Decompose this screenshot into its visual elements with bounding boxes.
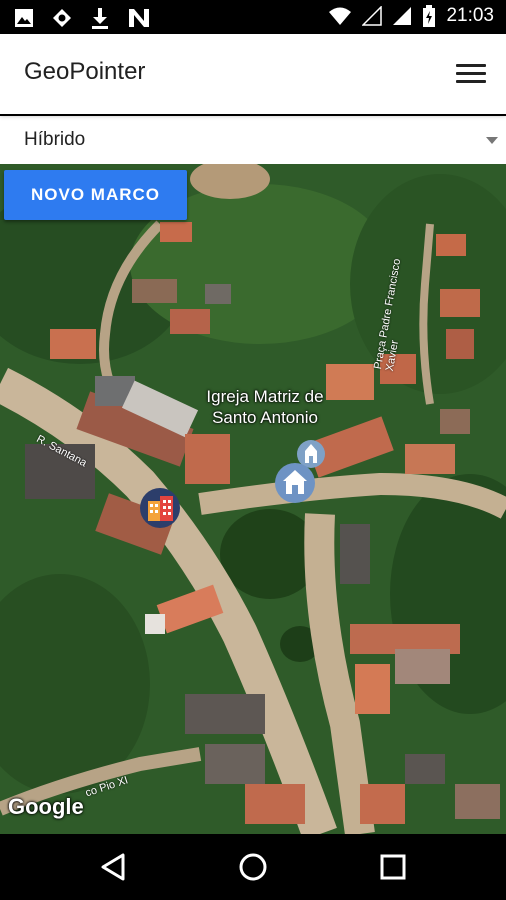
- home-icon[interactable]: [233, 849, 273, 885]
- clock-time: 21:03: [446, 5, 494, 26]
- recents-icon[interactable]: [373, 849, 413, 885]
- chevron-down-icon: [486, 137, 498, 144]
- back-icon[interactable]: [95, 849, 135, 885]
- home-marker-icon[interactable]: [273, 461, 317, 505]
- satellite-imagery: [0, 164, 506, 834]
- place-label-line2: Santo Antonio: [212, 408, 318, 427]
- n-app-icon: [129, 9, 149, 27]
- signal-empty-icon: [362, 6, 383, 26]
- system-nav-bar: [0, 834, 506, 900]
- app-title: GeoPointer: [24, 58, 146, 85]
- location-target-icon: [53, 9, 71, 27]
- place-label: Igreja Matriz de Santo Antonio: [180, 386, 350, 428]
- google-attribution: Google: [8, 794, 84, 819]
- hamburger-menu-icon[interactable]: [456, 60, 486, 86]
- satellite-map[interactable]: [0, 164, 506, 834]
- download-icon: [92, 8, 108, 29]
- map-type-select[interactable]: Híbrido: [0, 116, 506, 164]
- wifi-icon: [329, 7, 352, 25]
- signal-icon: [393, 7, 412, 25]
- building-marker-icon[interactable]: [138, 486, 182, 530]
- battery-charging-icon: [423, 5, 436, 27]
- new-mark-button[interactable]: NOVO MARCO: [4, 170, 187, 220]
- place-label-line1: Igreja Matriz de: [206, 387, 324, 406]
- app-bar: GeoPointer: [0, 34, 506, 114]
- status-bar: 21:03: [0, 0, 506, 34]
- image-icon: [15, 9, 33, 27]
- map-type-selected: Híbrido: [24, 129, 86, 150]
